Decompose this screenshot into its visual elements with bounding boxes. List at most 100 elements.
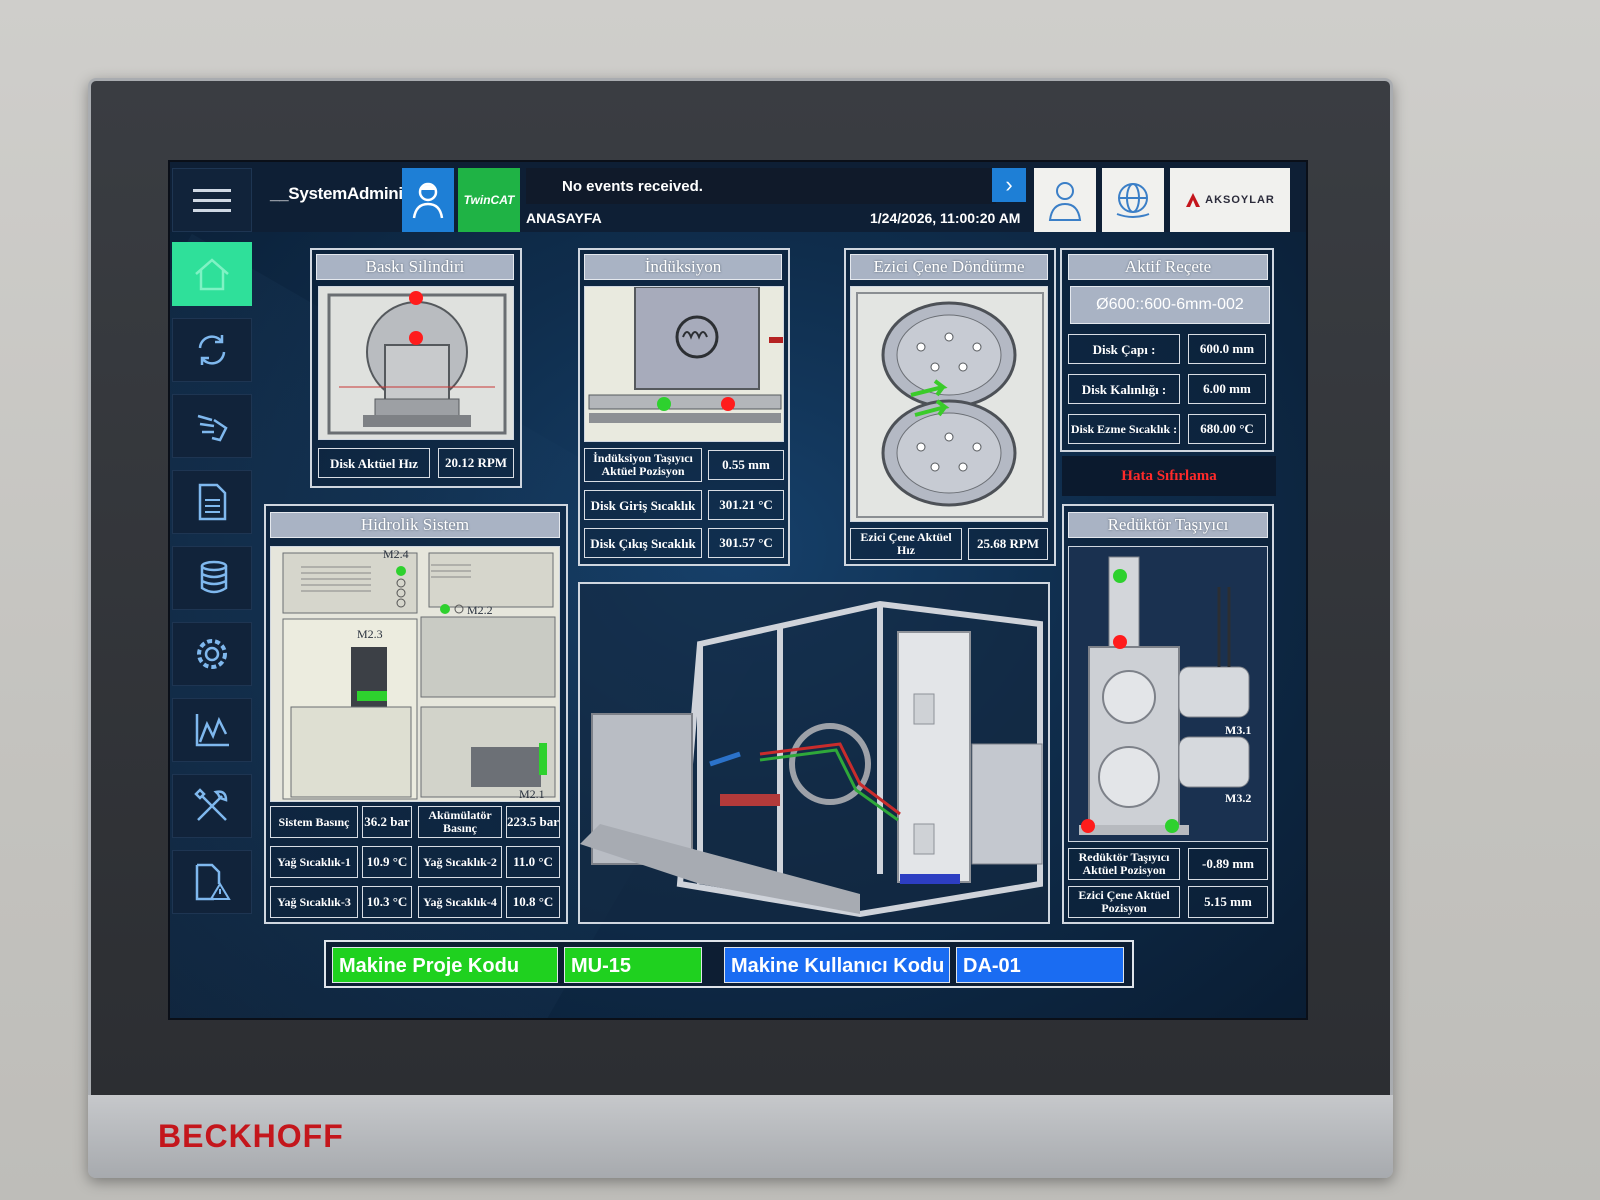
disk-thickness-label: Disk Kalınlığı : [1068,374,1180,404]
refresh-icon [198,335,226,365]
oil-temp-2-label: Yağ Sıcaklık-2 [418,846,502,878]
status-indicator [721,397,735,411]
active-recipe-name[interactable]: Ø600::600-6mm-002 [1070,286,1270,324]
twincat-button[interactable]: TwinCAT [458,168,520,232]
aksoylar-logo-icon [1186,193,1201,207]
user-icon [1048,182,1082,221]
disk-inlet-temp-value: 301.21 °C [708,490,784,520]
machine-3d-drawing [580,600,1043,918]
sidebar-item-manual[interactable] [172,394,252,458]
chart-icon [195,714,229,747]
status-indicator [409,291,423,305]
hidrolik-sistem-image: M2.4 M2.2 M2.3 M2.1 [270,546,560,802]
sidebar-item-data[interactable] [172,546,252,610]
sidebar-item-alarms[interactable] [172,850,252,914]
document-icon [198,483,227,521]
ezici-speed-label: Ezici Çene Aktüel Hız [850,528,962,560]
ezici-cene-drawing [851,287,1047,521]
user-code-value: DA-01 [956,947,1124,983]
disk-speed-value: 20.12 RPM [438,448,514,478]
disk-press-temp-label: Disk Ezme Sıcaklık : [1068,414,1180,444]
event-banner[interactable]: No events received. [526,168,996,204]
oil-temp-4-value: 10.8 °C [506,886,560,918]
baski-silindiri-title: Baskı Silindiri [316,254,514,280]
motor-m21-label: M2.1 [519,787,545,801]
accumulator-pressure-label: Akümülatör Basınç [418,806,502,838]
ezici-speed-value: 25.68 RPM [968,528,1048,560]
oil-temp-4-label: Yağ Sıcaklık-4 [418,886,502,918]
manual-hand-icon [197,414,228,442]
machine-overview-panel[interactable] [578,582,1050,924]
disk-thickness-value: 6.00 mm [1188,374,1266,404]
machine-code-bar: Makine Proje Kodu MU-15 Makine Kullanıcı… [324,940,1134,988]
user-login-button[interactable] [402,168,454,232]
tools-icon [194,788,228,821]
sidebar-item-trends[interactable] [172,698,252,762]
reduktor-position-label: Redüktör Taşıyıcı Aktüel Pozisyon [1068,848,1180,880]
sidebar-item-recipe[interactable] [172,470,252,534]
user-name: __SystemAdminist [270,184,418,203]
baski-silindiri-image [318,286,514,440]
motor-m23-label: M2.3 [357,627,383,641]
project-code-value: MU-15 [564,947,702,983]
motor-m32-label: M3.2 [1225,791,1252,805]
events-expand-button[interactable]: › [992,168,1026,202]
disk-speed-label: Disk Aktüel Hız [318,448,430,478]
error-reset-button[interactable]: Hata Sıfırlama [1062,456,1276,496]
status-indicator [1165,819,1179,833]
sidebar-item-maintenance[interactable] [172,774,252,838]
user-management-button[interactable] [1034,168,1096,232]
system-pressure-label: Sistem Basınç [270,806,358,838]
ezici-position-label: Ezici Çene Aktüel Pozisyon [1068,886,1180,918]
gear-settings-icon [197,639,227,669]
hmi-screen: __SystemAdminist TwinCAT No events recei… [168,160,1308,1020]
motor-m24-label: M2.4 [383,547,409,561]
operator-icon [412,182,444,219]
ezici-cene-image [850,286,1048,522]
disk-press-temp-value: 680.00 °C [1188,414,1266,444]
alarm-report-icon [195,863,231,901]
induksiyon-position-label: İndüksiyon Taşıyıcı Aktüel Pozisyon [584,448,702,482]
induksiyon-position-value: 0.55 mm [708,450,784,480]
motor-m22-label: M2.2 [467,603,493,617]
disk-diameter-value: 600.0 mm [1188,334,1266,364]
accumulator-pressure-value: 223.5 bar [506,806,560,838]
induksiyon-image [584,286,784,442]
date-time: 1/24/2026, 11:00:20 AM [870,210,1021,226]
reduktor-tasiyici-title: Redüktör Taşıyıcı [1068,512,1268,538]
disk-outlet-temp-label: Disk Çıkış Sıcaklık [584,528,702,558]
baski-silindiri-drawing [319,287,513,439]
oil-temp-1-label: Yağ Sıcaklık-1 [270,846,358,878]
oil-temp-1-value: 10.9 °C [362,846,412,878]
project-code-label: Makine Proje Kodu [332,947,558,983]
oil-temp-3-value: 10.3 °C [362,886,412,918]
aktif-recete-title: Aktif Reçete [1068,254,1268,280]
brand-logo: BECKHOFF [158,1118,344,1154]
disk-outlet-temp-value: 301.57 °C [708,528,784,558]
sidebar-item-auto-cycle[interactable] [172,318,252,382]
status-indicator [657,397,671,411]
motor-m31-label: M3.1 [1225,723,1252,737]
language-button[interactable] [1102,168,1164,232]
page-title: ANASAYFA [526,210,602,226]
globe-icon [1116,183,1150,218]
company-logo: AKSOYLAR [1170,168,1290,232]
induksiyon-drawing [585,287,783,441]
user-code-label: Makine Kullanıcı Kodu [724,947,950,983]
oil-temp-2-value: 11.0 °C [506,846,560,878]
menu-button[interactable] [172,168,252,232]
home-icon [195,258,229,291]
induksiyon-title: İndüksiyon [584,254,782,280]
hidrolik-sistem-title: Hidrolik Sistem [270,512,560,538]
oil-temp-3-label: Yağ Sıcaklık-3 [270,886,358,918]
database-icon [200,560,228,594]
disk-diameter-label: Disk Çapı : [1068,334,1180,364]
hidrolik-sistem-drawing [271,547,559,801]
status-indicator [409,331,423,345]
ezici-cene-title: Ezici Çene Döndürme [850,254,1048,280]
sidebar-item-settings[interactable] [172,622,252,686]
sidebar-item-home[interactable] [172,242,252,306]
reduktor-tasiyici-image: M3.1 M3.2 [1068,546,1268,842]
company-logo-text: AKSOYLAR [1205,194,1275,206]
status-indicator [1113,569,1127,583]
